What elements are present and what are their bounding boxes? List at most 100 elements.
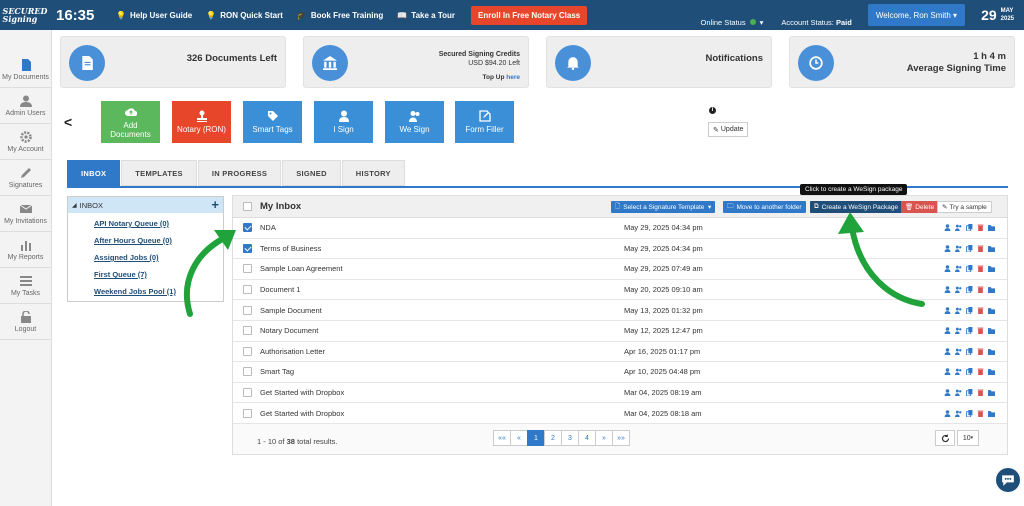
document-name[interactable]: Sample Loan Agreement	[260, 264, 343, 273]
queue-link-assigned-jobs[interactable]: Assigned Jobs (0)	[94, 253, 223, 264]
copy-doc-icon[interactable]	[966, 224, 973, 232]
user-menu-button[interactable]: Welcome, Ron Smith ▾	[867, 4, 966, 26]
sidebar-item-logout[interactable]: Logout	[0, 304, 51, 340]
notary-ron-button[interactable]: Notary (RON)	[172, 101, 231, 143]
group-sign-icon[interactable]	[955, 265, 962, 273]
add-documents-button[interactable]: Add Documents	[101, 101, 160, 143]
sidebar-item-my-reports[interactable]: My Reports	[0, 232, 51, 268]
page-first-button[interactable]: ««	[493, 430, 511, 446]
tab-history[interactable]: HISTORY	[341, 160, 405, 186]
trash-icon[interactable]	[977, 389, 984, 397]
trash-icon[interactable]	[977, 245, 984, 252]
row-checkbox[interactable]	[243, 305, 252, 315]
book-free-training-link[interactable]: 🎓 Book Free Training	[297, 11, 383, 20]
sidebar-item-signatures[interactable]: Signatures	[0, 160, 51, 196]
folder-icon[interactable]	[988, 245, 995, 252]
page-prev-button[interactable]: «	[510, 430, 528, 446]
table-row[interactable]: Sample Loan Agreement May 29, 2025 07:49 …	[233, 259, 1007, 280]
signer-icon[interactable]	[944, 327, 951, 335]
online-status[interactable]: Online Status ▾	[701, 18, 764, 27]
try-sample-button[interactable]: ✎ Try a sample	[937, 201, 992, 213]
signer-icon[interactable]	[944, 409, 951, 417]
folder-icon[interactable]	[988, 265, 995, 273]
copy-doc-icon[interactable]	[966, 265, 973, 273]
copy-doc-icon[interactable]	[966, 327, 973, 335]
page-3-button[interactable]: 3	[561, 430, 579, 446]
table-row[interactable]: Get Started with Dropbox Mar 04, 2025 08:…	[233, 403, 1007, 424]
tab-inbox[interactable]: INBOX	[67, 160, 121, 186]
per-page-select[interactable]: 10 ▾	[957, 430, 979, 446]
inbox-folder-header[interactable]: ◢ INBOX +	[68, 197, 223, 213]
document-name[interactable]: Document 1	[260, 285, 300, 294]
row-checkbox[interactable]	[243, 367, 252, 377]
trash-icon[interactable]	[977, 368, 984, 376]
row-checkbox[interactable]	[243, 388, 252, 398]
signer-icon[interactable]	[944, 224, 951, 232]
folder-icon[interactable]	[988, 410, 995, 417]
row-checkbox[interactable]	[243, 346, 252, 356]
document-name[interactable]: Notary Document	[260, 326, 318, 335]
group-sign-icon[interactable]	[955, 224, 962, 232]
select-signature-template-button[interactable]: 🗋 Select a Signature Template ▾	[611, 201, 716, 213]
ron-quick-start-link[interactable]: 💡 RON Quick Start	[206, 11, 283, 20]
sidebar-item-my-documents[interactable]: My Documents	[0, 52, 51, 88]
table-row[interactable]: Terms of Business May 29, 2025 04:34 pm	[233, 238, 1007, 260]
page-1-button[interactable]: 1	[527, 430, 545, 446]
trash-icon[interactable]	[977, 348, 984, 355]
table-row[interactable]: Smart Tag Apr 10, 2025 04:48 pm	[233, 362, 1007, 383]
tab-signed[interactable]: SIGNED	[282, 160, 341, 186]
copy-doc-icon[interactable]	[966, 347, 973, 355]
copy-doc-icon[interactable]	[966, 409, 973, 417]
move-to-folder-button[interactable]: 🗀 Move to another folder	[723, 201, 806, 213]
queue-link-weekend-jobs[interactable]: Weekend Jobs Pool (1)	[94, 287, 223, 298]
brand-logo[interactable]: SECURED Signing	[0, 0, 50, 30]
trash-icon[interactable]	[977, 307, 984, 314]
row-checkbox[interactable]	[243, 285, 252, 295]
enroll-notary-class-button[interactable]: Enroll In Free Notary Class	[471, 5, 588, 25]
update-button[interactable]: ✎ Update	[708, 122, 749, 137]
copy-doc-icon[interactable]	[966, 244, 973, 252]
chat-button[interactable]	[996, 468, 1020, 492]
signer-icon[interactable]	[944, 368, 951, 376]
folder-icon[interactable]	[988, 307, 995, 314]
group-sign-icon[interactable]	[955, 286, 962, 294]
page-4-button[interactable]: 4	[578, 430, 596, 446]
group-sign-icon[interactable]	[955, 410, 962, 417]
group-sign-icon[interactable]	[955, 348, 962, 355]
folder-icon[interactable]	[988, 389, 995, 397]
tab-in-progress[interactable]: IN PROGRESS	[197, 160, 282, 186]
smart-tags-button[interactable]: Smart Tags	[243, 101, 302, 143]
document-name[interactable]: Get Started with Dropbox	[260, 409, 344, 418]
table-row[interactable]: NDA May 29, 2025 04:34 pm	[233, 218, 1007, 239]
queue-link-first-queue[interactable]: First Queue (7)	[94, 270, 223, 281]
folder-icon[interactable]	[988, 348, 995, 355]
trash-icon[interactable]	[977, 265, 984, 273]
row-checkbox[interactable]	[243, 223, 252, 233]
folder-icon[interactable]	[988, 286, 995, 294]
group-sign-icon[interactable]	[955, 327, 962, 335]
queue-link-after-hours[interactable]: After Hours Queue (0)	[94, 236, 223, 247]
row-checkbox[interactable]	[243, 408, 252, 418]
signer-icon[interactable]	[944, 389, 951, 397]
copy-doc-icon[interactable]	[966, 286, 973, 294]
signer-icon[interactable]	[944, 286, 951, 294]
signer-icon[interactable]	[944, 265, 951, 273]
sidebar-item-admin-users[interactable]: Admin Users	[0, 88, 51, 124]
sidebar-item-my-invitations[interactable]: My Invitations	[0, 196, 51, 232]
we-sign-button[interactable]: We Sign	[385, 101, 444, 143]
table-row[interactable]: Sample Document May 13, 2025 01:32 pm	[233, 300, 1007, 321]
table-row[interactable]: Document 1 May 20, 2025 09:10 am	[233, 279, 1007, 301]
group-sign-icon[interactable]	[955, 389, 962, 397]
document-name[interactable]: Authorisation Letter	[260, 347, 325, 356]
table-row[interactable]: Authorisation Letter Apr 16, 2025 01:17 p…	[233, 341, 1007, 363]
take-a-tour-link[interactable]: 📖 Take a Tour	[397, 11, 455, 20]
page-2-button[interactable]: 2	[544, 430, 562, 446]
signer-icon[interactable]	[944, 348, 951, 355]
document-name[interactable]: Sample Document	[260, 306, 322, 315]
copy-doc-icon[interactable]	[966, 368, 973, 376]
trash-icon[interactable]	[977, 327, 984, 335]
folder-icon[interactable]	[988, 327, 995, 335]
signer-icon[interactable]	[944, 306, 951, 314]
group-sign-icon[interactable]	[955, 368, 962, 376]
trash-icon[interactable]	[977, 286, 984, 294]
